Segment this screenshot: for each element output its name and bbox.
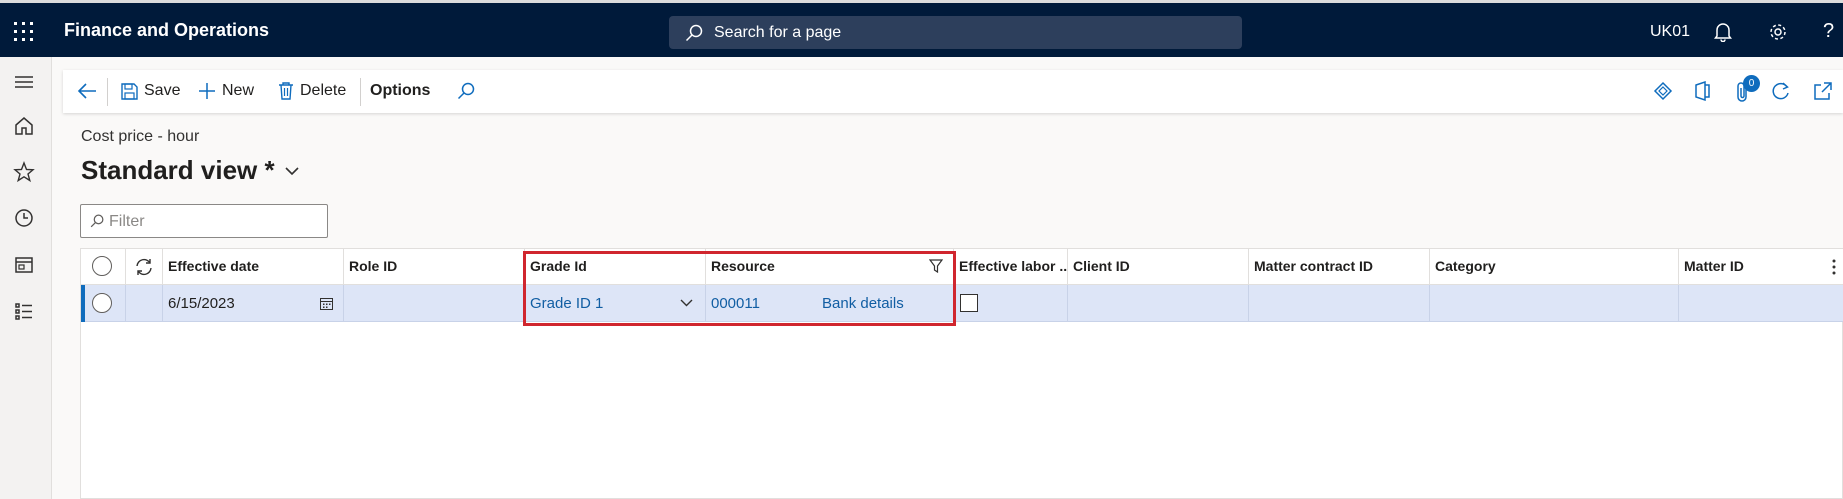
refresh-column-cell — [126, 249, 163, 285]
filter-input[interactable]: Filter — [80, 204, 328, 238]
save-label: Save — [144, 82, 181, 99]
more-options-vertical-icon[interactable] — [1832, 259, 1836, 275]
filter-search-icon — [90, 214, 104, 228]
hamburger-menu-icon[interactable] — [13, 71, 35, 93]
plus-icon — [199, 83, 215, 99]
modules-list-icon[interactable] — [13, 300, 35, 322]
row-status-cell — [126, 285, 163, 322]
calendar-icon[interactable] — [320, 297, 333, 310]
workspaces-icon[interactable] — [13, 254, 35, 276]
back-arrow-icon[interactable] — [77, 82, 97, 100]
search-icon — [685, 24, 703, 42]
new-button[interactable]: New — [198, 82, 254, 100]
left-navigation-pane — [0, 57, 52, 499]
home-icon[interactable] — [13, 115, 35, 137]
cost-price-grid: Effective date Role ID Grade Id Resource… — [80, 248, 1843, 499]
table-row[interactable]: 6/15/2023 Grade ID 1 000011 Bank details — [81, 285, 1843, 322]
open-in-new-window-icon[interactable] — [1813, 81, 1833, 101]
view-selector[interactable]: Standard view * — [81, 155, 299, 186]
effective-labor-checkbox[interactable] — [960, 294, 978, 312]
column-header-resource[interactable]: Resource — [706, 249, 954, 285]
delete-label: Delete — [300, 82, 347, 99]
options-tab[interactable]: Options — [370, 82, 430, 100]
action-search-icon[interactable] — [457, 82, 475, 100]
sync-icon[interactable] — [134, 257, 154, 277]
grade-id-value: Grade ID 1 — [530, 295, 604, 312]
settings-gear-icon[interactable] — [1768, 22, 1788, 42]
help-button[interactable]: ? — [1823, 20, 1834, 43]
matter-id-header-label: Matter ID — [1684, 258, 1744, 274]
resource-name-link[interactable]: Bank details — [822, 295, 904, 312]
office-icon[interactable] — [1693, 81, 1711, 101]
effective-date-value: 6/15/2023 — [168, 295, 235, 312]
save-button[interactable]: Save — [121, 82, 180, 100]
column-header-matter-contract-id[interactable]: Matter contract ID — [1249, 249, 1430, 285]
divider — [360, 78, 361, 106]
matter-contract-id-field[interactable] — [1249, 285, 1430, 322]
action-pane: Save New Delete Options 0 — [63, 70, 1843, 113]
resource-id-link[interactable]: 000011 — [711, 295, 760, 312]
column-header-role-id[interactable]: Role ID — [344, 249, 525, 285]
grade-id-dropdown[interactable]: Grade ID 1 — [525, 285, 706, 322]
column-header-effective-labor[interactable]: Effective labor ... — [954, 249, 1068, 285]
row-select-cell — [81, 285, 126, 322]
power-apps-diamond-icon[interactable] — [1653, 81, 1673, 101]
effective-labor-cell — [954, 285, 1068, 322]
top-navigation-bar: Finance and Operations Search for a page… — [0, 0, 1843, 57]
favorites-star-icon[interactable] — [13, 161, 35, 183]
select-all-cell — [81, 249, 126, 285]
delete-button[interactable]: Delete — [278, 82, 346, 100]
notifications-icon[interactable] — [1714, 22, 1732, 42]
resource-header-label: Resource — [711, 258, 775, 274]
grid-header: Effective date Role ID Grade Id Resource… — [81, 249, 1843, 285]
new-label: New — [222, 82, 255, 99]
app-title[interactable]: Finance and Operations — [64, 20, 269, 41]
search-placeholder: Search for a page — [714, 24, 842, 41]
role-id-field[interactable] — [344, 285, 525, 322]
chevron-down-icon — [680, 299, 693, 307]
view-title: Standard view * — [81, 155, 275, 185]
column-header-effective-date[interactable]: Effective date — [163, 249, 344, 285]
company-picker[interactable]: UK01 — [1650, 23, 1690, 41]
page-subtitle: Cost price - hour — [81, 128, 200, 145]
matter-id-field[interactable] — [1679, 285, 1843, 322]
divider — [107, 78, 108, 106]
column-header-grade-id[interactable]: Grade Id — [525, 249, 706, 285]
category-field[interactable] — [1430, 285, 1679, 322]
select-all-radio[interactable] — [92, 256, 112, 276]
column-header-client-id[interactable]: Client ID — [1068, 249, 1249, 285]
filter-placeholder: Filter — [109, 213, 145, 230]
chevron-down-icon — [285, 166, 299, 175]
attachments-count-badge: 0 — [1743, 75, 1760, 92]
column-header-category[interactable]: Category — [1430, 249, 1679, 285]
client-id-field[interactable] — [1068, 285, 1249, 322]
refresh-icon[interactable] — [1771, 81, 1791, 101]
trash-icon — [279, 82, 293, 100]
resource-field[interactable]: 000011 Bank details — [706, 285, 954, 322]
recent-clock-icon[interactable] — [13, 207, 35, 229]
page-search-box[interactable]: Search for a page — [669, 16, 1242, 49]
effective-date-field[interactable]: 6/15/2023 — [163, 285, 344, 322]
app-launcher-icon[interactable] — [14, 22, 34, 42]
row-select-radio[interactable] — [92, 293, 112, 313]
column-header-matter-id[interactable]: Matter ID — [1679, 249, 1843, 285]
save-icon — [121, 82, 138, 100]
column-filter-funnel-icon[interactable] — [929, 259, 943, 273]
